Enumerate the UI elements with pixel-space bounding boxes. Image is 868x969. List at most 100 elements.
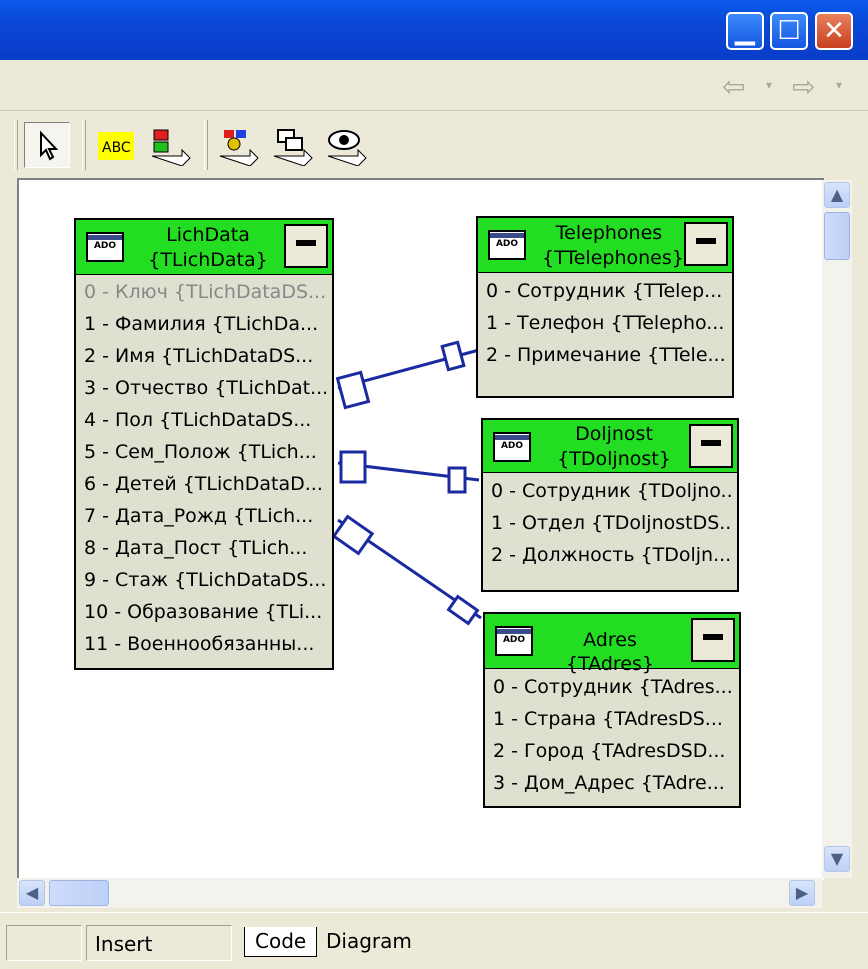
ado-dataset-icon: ADO [493, 432, 531, 462]
table-title: Adres {TAdres} [565, 629, 654, 675]
table-adres[interactable]: ADO Adres {TAdres} 0 - Сотрудник {TAdres… [483, 612, 741, 808]
property-connector-icon [151, 129, 191, 167]
field-row[interactable]: 11 - Военнообязанны... [84, 629, 326, 659]
vertical-scroll-thumb[interactable] [824, 212, 850, 260]
field-row[interactable]: 6 - Детей {TLichDataD... [84, 469, 326, 499]
horizontal-scrollbar[interactable]: ◀ ▶ [17, 878, 822, 908]
scroll-left-button[interactable]: ◀ [19, 880, 45, 906]
ado-label: ADO [93, 241, 117, 251]
status-bar: Insert Code Diagram [0, 912, 868, 969]
ado-label: ADO [500, 441, 524, 451]
vertical-scrollbar[interactable]: ▲ ▼ [822, 180, 852, 878]
forward-arrow-icon[interactable]: ⇨ [792, 70, 815, 103]
maximize-button[interactable]: ☐ [770, 12, 808, 50]
connector-end-lichdata-doljnost [339, 450, 367, 484]
pointer-button[interactable] [24, 122, 70, 168]
navigation-bar: ⇦ ▾ ⇨ ▾ [0, 60, 868, 111]
table-lichdata[interactable]: ADO LichData {TLichData} 0 - Ключ {TLich… [74, 218, 334, 670]
field-row[interactable]: 8 - Дата_Пост {TLich... [84, 533, 326, 563]
field-row[interactable]: 2 - Примечание {TTele... [486, 340, 726, 370]
field-row[interactable]: 9 - Стаж {TLichDataDS... [84, 565, 326, 595]
ado-dataset-icon: ADO [495, 626, 533, 656]
horizontal-scroll-thumb[interactable] [49, 880, 109, 906]
master-detail-connector-button[interactable] [216, 122, 262, 168]
field-row[interactable]: 7 - Дата_Рожд {TLich... [84, 501, 326, 531]
toolbar-separator [204, 120, 208, 170]
field-row[interactable]: 1 - Страна {TAdresDS... [493, 704, 733, 734]
field-row[interactable]: 4 - Пол {TLichDataDS... [84, 405, 326, 435]
field-row[interactable]: 0 - Ключ {TLichDataDS... [84, 277, 326, 307]
close-button[interactable]: ✕ [815, 12, 853, 50]
field-row[interactable]: 1 - Телефон {TTelepho... [486, 308, 726, 338]
table-title: Telephones [555, 222, 663, 244]
window-titlebar[interactable]: ▁ ☐ ✕ [0, 0, 868, 60]
scroll-right-icon: ▶ [795, 883, 809, 902]
field-row[interactable]: 0 - Сотрудник {TTelep... [486, 276, 726, 306]
forward-dropdown-icon[interactable]: ▾ [836, 78, 842, 92]
table-header[interactable]: ADO Adres {TAdres} [485, 614, 739, 675]
pointer-icon [40, 130, 59, 161]
collapse-button[interactable] [684, 222, 728, 266]
toolbar-grip[interactable] [14, 120, 18, 170]
ado-label: ADO [495, 239, 519, 249]
scroll-up-icon: ▲ [830, 185, 844, 204]
close-icon: ✕ [823, 16, 845, 46]
table-header[interactable]: ADO Doljnost {TDoljnost} [483, 420, 737, 473]
ado-dataset-icon: ADO [86, 232, 124, 262]
name-field-button[interactable]: ABC [94, 122, 140, 168]
master-detail-connector-icon [219, 130, 259, 167]
property-connector-button[interactable] [148, 122, 194, 168]
field-row[interactable]: 1 - Отдел {TDoljnostDS... [491, 508, 731, 538]
field-row[interactable]: 10 - Образование {TLi... [84, 597, 326, 627]
table-header[interactable]: ADO Telephones {TTelephones} [478, 218, 732, 273]
name-field-icon: ABC [98, 132, 134, 160]
tab-diagram[interactable]: Diagram [316, 927, 422, 957]
table-doljnost[interactable]: ADO Doljnost {TDoljnost} 0 - Сотрудник {… [481, 418, 739, 592]
collapse-button[interactable] [691, 618, 735, 662]
lookup-connector-button[interactable] [270, 122, 316, 168]
ado-dataset-icon: ADO [488, 230, 526, 260]
table-telephones[interactable]: ADO Telephones {TTelephones} 0 - Сотрудн… [476, 216, 734, 398]
back-arrow-icon[interactable]: ⇦ [722, 70, 745, 103]
field-row[interactable]: 5 - Сем_Полож {TLich... [84, 437, 326, 467]
maximize-icon: ☐ [777, 16, 801, 46]
connector-end-telephones [440, 340, 466, 372]
scroll-down-icon: ▼ [830, 849, 844, 868]
toolbar-separator [82, 120, 86, 170]
table-header[interactable]: ADO LichData {TLichData} [76, 220, 332, 275]
field-row[interactable]: 2 - Город {TAdresDSD... [493, 736, 733, 766]
field-row[interactable]: 2 - Должность {TDoljn... [491, 540, 731, 570]
scroll-left-icon: ◀ [25, 883, 39, 902]
field-row[interactable]: 3 - Отчество {TLichDat... [84, 373, 326, 403]
name-field-icon-text: ABC [102, 140, 131, 156]
insert-mode-indicator: Insert [86, 925, 232, 961]
minimize-icon: ▁ [735, 16, 755, 46]
view-button[interactable] [324, 122, 370, 168]
diagram-canvas[interactable]: ADO LichData {TLichData} 0 - Ключ {TLich… [17, 178, 824, 880]
connector-end-lichdata-telephones [335, 370, 371, 410]
lookup-connector-icon [273, 129, 313, 167]
minimize-button[interactable]: ▁ [726, 12, 764, 50]
collapse-button[interactable] [689, 424, 733, 468]
back-dropdown-icon[interactable]: ▾ [766, 78, 772, 92]
collapse-button[interactable] [284, 224, 328, 268]
field-row[interactable]: 2 - Имя {TLichDataDS... [84, 341, 326, 371]
table-title: Doljnost [575, 423, 653, 445]
diagram-toolbar: ABC [0, 112, 868, 178]
scroll-down-button[interactable]: ▼ [824, 846, 850, 872]
table-subtitle: {TDoljnost} [557, 448, 671, 470]
field-row[interactable]: 1 - Фамилия {TLichDa... [84, 309, 326, 339]
field-row[interactable]: 0 - Сотрудник {TDoljno... [491, 476, 731, 506]
connector-end-adres [446, 594, 480, 626]
table-title: LichData [166, 224, 250, 246]
scroll-right-button[interactable]: ▶ [789, 880, 815, 906]
view-icon [327, 130, 367, 167]
tab-code[interactable]: Code [244, 927, 318, 957]
table-subtitle: {TLichData} [148, 249, 268, 271]
table-subtitle: {TTelephones} [542, 247, 684, 269]
scroll-up-button[interactable]: ▲ [824, 182, 850, 208]
status-cell-empty [6, 925, 82, 961]
field-row[interactable]: 3 - Дом_Адрес {TAdre... [493, 768, 733, 798]
field-row[interactable]: 0 - Сотрудник {TAdres... [493, 672, 733, 702]
connector-end-doljnost [447, 466, 467, 494]
